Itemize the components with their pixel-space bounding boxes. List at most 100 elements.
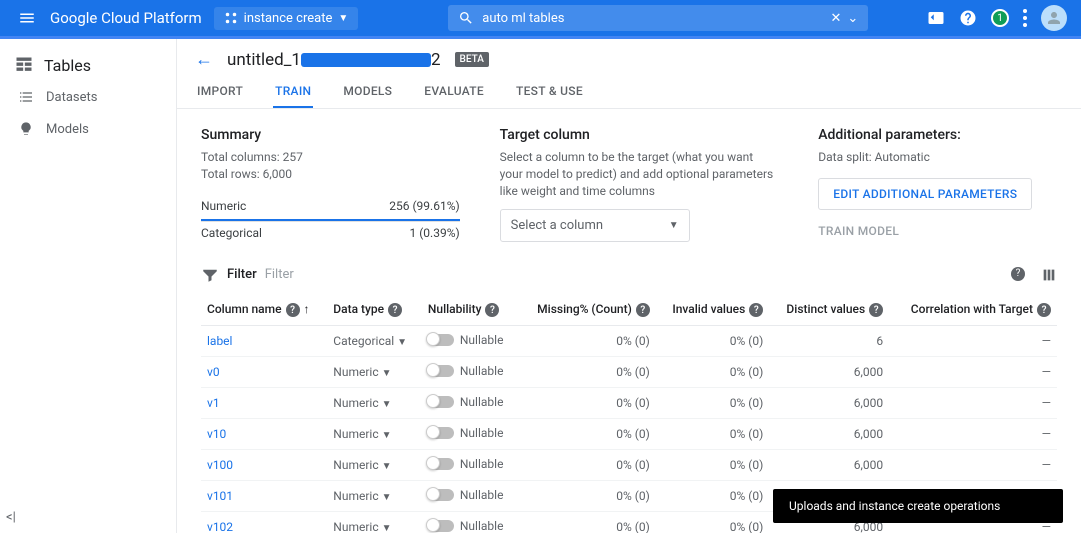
cell-nullability: Nullable: [422, 419, 519, 450]
th-missing[interactable]: Missing% (Count)?: [518, 294, 655, 326]
target-column-select[interactable]: Select a column ▼: [500, 209, 690, 242]
cell-data-type[interactable]: Numeric ▼: [327, 512, 422, 533]
additional-panel: Additional parameters: Data split: Autom…: [818, 127, 1057, 244]
columns-icon[interactable]: [1041, 267, 1057, 283]
cell-correlation: —: [889, 388, 1057, 419]
nullable-toggle[interactable]: Nullable: [428, 395, 504, 409]
nullable-toggle[interactable]: Nullable: [428, 457, 504, 471]
more-icon[interactable]: [1023, 9, 1027, 27]
tab-evaluate[interactable]: EVALUATE: [422, 76, 486, 108]
summary-title: Summary: [201, 127, 460, 143]
table-row[interactable]: v10Numeric ▼Nullable0% (0)0% (0)6,000—: [201, 419, 1057, 450]
th-invalid[interactable]: Invalid values?: [656, 294, 770, 326]
snackbar[interactable]: Uploads and instance create operations: [773, 489, 1063, 523]
brand-label: Google Cloud Platform: [46, 9, 214, 27]
nullable-toggle[interactable]: Nullable: [428, 364, 504, 378]
nullable-toggle[interactable]: Nullable: [428, 426, 504, 440]
help-icon[interactable]: [959, 9, 977, 27]
th-correlation[interactable]: Correlation with Target?: [889, 294, 1057, 326]
sidebar: Tables Datasets Models: [0, 39, 176, 533]
cell-correlation: —: [889, 419, 1057, 450]
caret-down-icon: ▼: [669, 220, 679, 231]
search-input[interactable]: [482, 11, 824, 26]
tab-import[interactable]: IMPORT: [195, 76, 245, 108]
search-box[interactable]: ✕ ⌄: [448, 5, 868, 31]
product-title: Tables: [0, 49, 176, 81]
help-icon[interactable]: ?: [1011, 267, 1025, 281]
caret-down-icon: ▼: [397, 337, 407, 348]
avatar[interactable]: [1041, 5, 1067, 31]
table-row[interactable]: labelCategorical ▼Nullable0% (0)0% (0)6—: [201, 326, 1057, 357]
sidebar-item-models[interactable]: Models: [0, 113, 176, 145]
cell-column-name[interactable]: v0: [201, 357, 327, 388]
tables-icon: [14, 55, 34, 75]
beta-badge: BETA: [455, 52, 489, 67]
cell-column-name[interactable]: v10: [201, 419, 327, 450]
caret-down-icon: ▼: [382, 368, 392, 379]
cell-column-name[interactable]: v100: [201, 450, 327, 481]
menu-icon[interactable]: [8, 9, 46, 27]
cell-distinct: 6,000: [769, 388, 889, 419]
cell-column-name[interactable]: v102: [201, 512, 327, 533]
cell-invalid: 0% (0): [656, 388, 770, 419]
cell-data-type[interactable]: Numeric ▼: [327, 450, 422, 481]
filter-label: Filter: [227, 267, 257, 282]
table-row[interactable]: v100Numeric ▼Nullable0% (0)0% (0)6,000—: [201, 450, 1057, 481]
edit-additional-parameters-button[interactable]: EDIT ADDITIONAL PARAMETERS: [818, 178, 1032, 210]
tab-bar: IMPORT TRAIN MODELS EVALUATE TEST & USE: [177, 76, 1081, 109]
chevron-down-icon[interactable]: ⌄: [847, 11, 858, 26]
dataset-title: untitled_12: [227, 50, 441, 70]
bulb-icon: [18, 121, 34, 137]
th-distinct[interactable]: Distinct values?: [769, 294, 889, 326]
cell-invalid: 0% (0): [656, 450, 770, 481]
collapse-sidebar-icon[interactable]: <|: [6, 510, 16, 525]
cell-invalid: 0% (0): [656, 326, 770, 357]
th-nullability[interactable]: Nullability?: [422, 294, 519, 326]
train-model-button[interactable]: TRAIN MODEL: [818, 224, 1057, 238]
clear-icon[interactable]: ✕: [824, 11, 847, 26]
cell-missing: 0% (0): [518, 481, 655, 512]
cell-correlation: —: [889, 357, 1057, 388]
cell-data-type[interactable]: Categorical ▼: [327, 326, 422, 357]
cell-correlation: —: [889, 450, 1057, 481]
cell-distinct: 6,000: [769, 357, 889, 388]
cell-distinct: 6: [769, 326, 889, 357]
cell-distinct: 6,000: [769, 450, 889, 481]
notification-badge[interactable]: 1: [991, 9, 1009, 27]
table-row[interactable]: v1Numeric ▼Nullable0% (0)0% (0)6,000—: [201, 388, 1057, 419]
sidebar-item-datasets[interactable]: Datasets: [0, 81, 176, 113]
cell-column-name[interactable]: v101: [201, 481, 327, 512]
cell-data-type[interactable]: Numeric ▼: [327, 419, 422, 450]
cloud-shell-icon[interactable]: [927, 9, 945, 27]
nullable-toggle[interactable]: Nullable: [428, 488, 504, 502]
th-column-name[interactable]: Column name?↑: [201, 294, 327, 326]
cell-data-type[interactable]: Numeric ▼: [327, 357, 422, 388]
th-data-type[interactable]: Data type?: [327, 294, 422, 326]
nullable-toggle[interactable]: Nullable: [428, 519, 504, 533]
cell-missing: 0% (0): [518, 512, 655, 533]
cell-column-name[interactable]: v1: [201, 388, 327, 419]
caret-down-icon: ▼: [382, 523, 392, 533]
top-bar: Google Cloud Platform instance create ▼ …: [0, 0, 1081, 36]
cell-missing: 0% (0): [518, 326, 655, 357]
caret-down-icon: ▼: [382, 430, 392, 441]
cell-invalid: 0% (0): [656, 357, 770, 388]
cell-column-name[interactable]: label: [201, 326, 327, 357]
filter-placeholder[interactable]: Filter: [265, 267, 294, 282]
cell-data-type[interactable]: Numeric ▼: [327, 481, 422, 512]
table-row[interactable]: v0Numeric ▼Nullable0% (0)0% (0)6,000—: [201, 357, 1057, 388]
cell-missing: 0% (0): [518, 357, 655, 388]
nullable-toggle[interactable]: Nullable: [428, 333, 504, 347]
cell-correlation: —: [889, 326, 1057, 357]
project-selector[interactable]: instance create ▼: [214, 7, 359, 30]
project-name: instance create: [244, 11, 333, 26]
caret-down-icon: ▼: [382, 399, 392, 410]
tab-models[interactable]: MODELS: [341, 76, 394, 108]
cell-nullability: Nullable: [422, 481, 519, 512]
tab-test-use[interactable]: TEST & USE: [514, 76, 585, 108]
tab-train[interactable]: TRAIN: [273, 76, 313, 108]
search-icon: [458, 10, 474, 26]
back-arrow-icon[interactable]: ←: [195, 49, 213, 70]
filter-icon[interactable]: [201, 266, 219, 284]
cell-data-type[interactable]: Numeric ▼: [327, 388, 422, 419]
